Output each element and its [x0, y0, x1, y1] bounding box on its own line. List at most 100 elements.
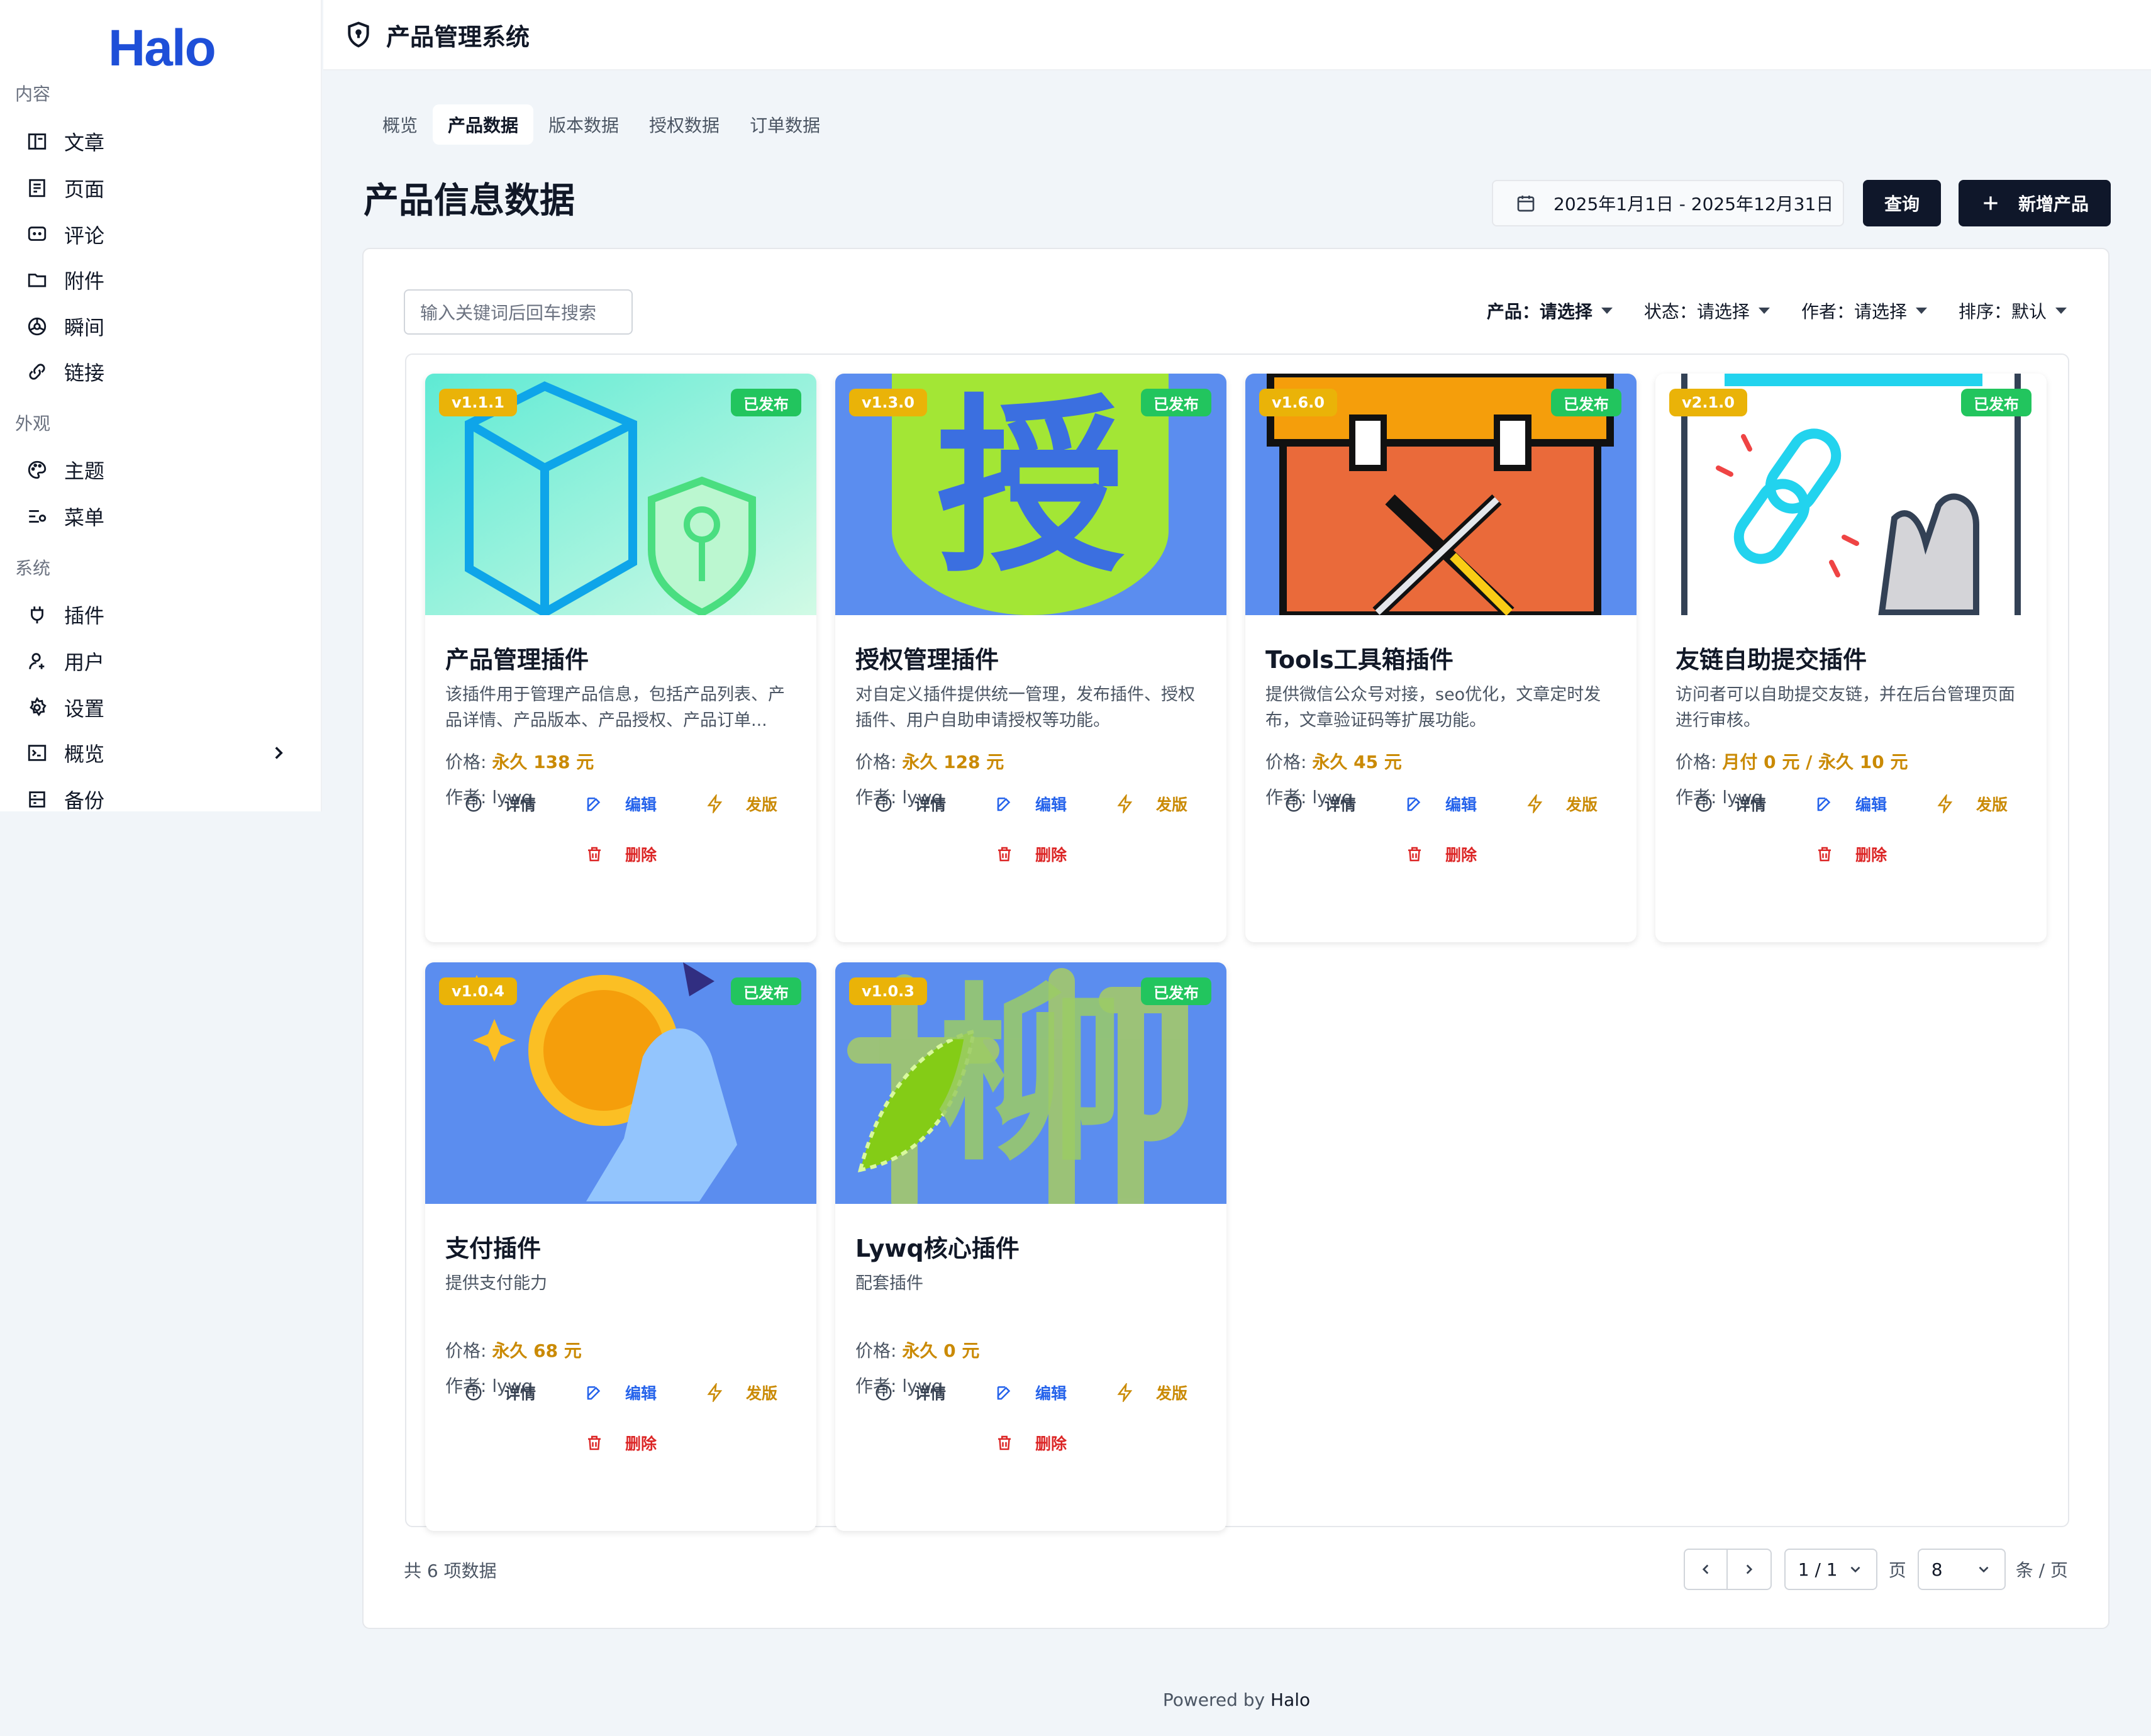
halo-logo[interactable]: Halo: [108, 19, 216, 78]
add-product-button[interactable]: 新增产品: [1959, 180, 2111, 226]
sidebar-item-settings[interactable]: 设置: [25, 687, 302, 728]
release-button[interactable]: 发版: [706, 793, 777, 815]
release-button[interactable]: 发版: [1116, 793, 1187, 815]
sidebar-item-themes[interactable]: 主题: [25, 449, 302, 491]
detail-button[interactable]: 详情: [1284, 793, 1356, 815]
edit-button[interactable]: 编辑: [585, 1381, 657, 1404]
page-size-unit: 条 / 页: [2015, 1560, 2068, 1581]
sidebar-item-users[interactable]: 用户: [25, 640, 302, 682]
product-card[interactable]: v1.1.1 已发布 产品管理插件 该插件用于管理产品信息，包括产品列表、产品详情、产…: [425, 374, 816, 942]
page-select[interactable]: 1 / 1: [1784, 1549, 1877, 1590]
product-card[interactable]: v2.1.0 已发布 友链自助提交插件 访问者可以自助提交友链，并在后台管理页面进行审…: [1655, 374, 2047, 942]
tab-overview[interactable]: 概览: [367, 104, 433, 145]
delete-button[interactable]: 删除: [995, 843, 1067, 865]
status-badge: 已发布: [1141, 977, 1211, 1005]
nav-group-content: 内容: [15, 84, 51, 104]
sidebar-item-label: 链接: [64, 361, 105, 385]
edit-button[interactable]: 编辑: [1815, 793, 1887, 815]
tab-order-data[interactable]: 订单数据: [735, 104, 835, 145]
article-icon: [25, 130, 49, 153]
detail-button[interactable]: 详情: [464, 1381, 536, 1404]
sidebar-item-links[interactable]: 链接: [25, 351, 302, 392]
product-title[interactable]: 产品管理插件: [445, 640, 589, 675]
delete-button[interactable]: 删除: [585, 1432, 657, 1454]
delete-button[interactable]: 删除: [1405, 843, 1477, 865]
filter-author[interactable]: 作者： 请选择: [1801, 298, 1927, 323]
release-button[interactable]: 发版: [1526, 793, 1598, 815]
delete-button[interactable]: 删除: [995, 1432, 1067, 1454]
edit-icon: [587, 798, 601, 811]
product-price: 价格: 永久 68 元: [445, 1340, 582, 1361]
lightning-icon: [1117, 1383, 1133, 1402]
date-range-picker[interactable]: 2025年1月1日 - 2025年12月31日: [1492, 180, 1844, 226]
trash-icon: [588, 847, 601, 862]
shield-icon: [348, 21, 369, 48]
nav-group-system: 系统: [15, 558, 51, 579]
status-badge: 已发布: [1961, 389, 2031, 416]
caret-down-icon: [2055, 308, 2067, 314]
release-button[interactable]: 发版: [706, 1381, 777, 1404]
product-description: 配套插件: [855, 1274, 923, 1293]
filter-bar: 产品： 请选择 状态： 请选择 作者： 请选择 排序： 默认: [1487, 298, 2067, 323]
sidebar-item-posts[interactable]: 文章: [25, 121, 302, 162]
product-title[interactable]: 授权管理插件: [855, 640, 999, 675]
query-button[interactable]: 查询: [1863, 180, 1941, 226]
version-badge: v1.0.4: [439, 977, 517, 1005]
product-panel: 输入关键词后回车搜索 产品： 请选择 状态： 请选择 作者： 请选择 排序： 默认 v1…: [362, 248, 2109, 1629]
detail-button[interactable]: 详情: [464, 793, 536, 815]
product-card[interactable]: 授 v1.3.0 已发布 授权管理插件 对自定义插件提供统一管理，发布插件、授权插件、用…: [835, 374, 1226, 942]
product-title[interactable]: 友链自助提交插件: [1676, 640, 1867, 675]
delete-button[interactable]: 删除: [1815, 843, 1887, 865]
caret-down-icon: [1601, 308, 1613, 314]
page-icon: [25, 176, 49, 200]
sidebar-item-label: 文章: [64, 131, 105, 155]
release-button[interactable]: 发版: [1116, 1381, 1187, 1404]
filter-status[interactable]: 状态： 请选择: [1644, 298, 1770, 323]
sidebar-item-comments[interactable]: 评论: [25, 214, 302, 255]
product-card[interactable]: 柳 v1.0.3 已发布 Lywq核心插件 配套插件 价格: 永久 0 元作者: lywq…: [835, 962, 1226, 1531]
prev-page-button[interactable]: [1683, 1549, 1728, 1590]
trash-icon: [998, 847, 1011, 862]
tab-license-data[interactable]: 授权数据: [634, 104, 735, 145]
info-icon: [875, 1384, 892, 1401]
next-page-button[interactable]: [1727, 1549, 1772, 1590]
product-title[interactable]: Lywq核心插件: [855, 1229, 1020, 1264]
edit-button[interactable]: 编辑: [1405, 793, 1477, 815]
edit-button[interactable]: 编辑: [995, 793, 1067, 815]
product-card[interactable]: v1.6.0 已发布 Tools工具箱插件 提供微信公众号对接，seo优化，文章定时发…: [1245, 374, 1637, 942]
product-title[interactable]: 支付插件: [445, 1229, 541, 1264]
sidebar-item-label: 瞬间: [64, 316, 105, 340]
filter-product[interactable]: 产品： 请选择: [1487, 298, 1613, 323]
page-size-select[interactable]: 8: [1917, 1549, 2006, 1590]
backup-icon: [25, 787, 49, 811]
calendar-icon: [1517, 196, 1535, 212]
product-description: 对自定义插件提供统一管理，发布插件、授权插件、用户自助申请授权等功能。: [855, 685, 1195, 730]
edit-button[interactable]: 编辑: [585, 793, 657, 815]
sidebar-item-plugins[interactable]: 插件: [25, 594, 302, 635]
search-input[interactable]: 输入关键词后回车搜索: [404, 289, 633, 335]
filter-sort[interactable]: 排序： 默认: [1959, 298, 2067, 323]
version-badge: v2.1.0: [1669, 389, 1747, 416]
release-button[interactable]: 发版: [1936, 793, 2008, 815]
tab-product-data[interactable]: 产品数据: [433, 104, 534, 145]
product-title[interactable]: Tools工具箱插件: [1265, 640, 1453, 675]
delete-button[interactable]: 删除: [585, 843, 657, 865]
sidebar-item-attachments[interactable]: 附件: [25, 259, 302, 301]
footer-brand-link[interactable]: Halo: [1270, 1689, 1310, 1710]
price-value: 月付 0 元 / 永久 10 元: [1722, 752, 1908, 772]
info-icon: [875, 796, 892, 812]
detail-button[interactable]: 详情: [874, 793, 946, 815]
lightning-icon: [1527, 794, 1543, 813]
sidebar-item-pages[interactable]: 页面: [25, 167, 302, 209]
edit-button[interactable]: 编辑: [995, 1381, 1067, 1404]
price-value: 永久 138 元: [492, 752, 594, 772]
detail-button[interactable]: 详情: [874, 1381, 946, 1404]
sidebar-item-menus[interactable]: 菜单: [25, 496, 302, 537]
tab-version-data[interactable]: 版本数据: [533, 104, 634, 145]
add-product-label: 新增产品: [2018, 194, 2089, 214]
sidebar-item-overview[interactable]: 概览: [25, 732, 302, 774]
detail-button[interactable]: 详情: [1694, 793, 1766, 815]
sidebar-item-moments[interactable]: 瞬间: [25, 306, 302, 347]
product-card[interactable]: v1.0.4 已发布 支付插件 提供支付能力 价格: 永久 68 元作者: lywq 详情…: [425, 962, 816, 1531]
sidebar-item-backup[interactable]: 备份: [25, 779, 302, 811]
